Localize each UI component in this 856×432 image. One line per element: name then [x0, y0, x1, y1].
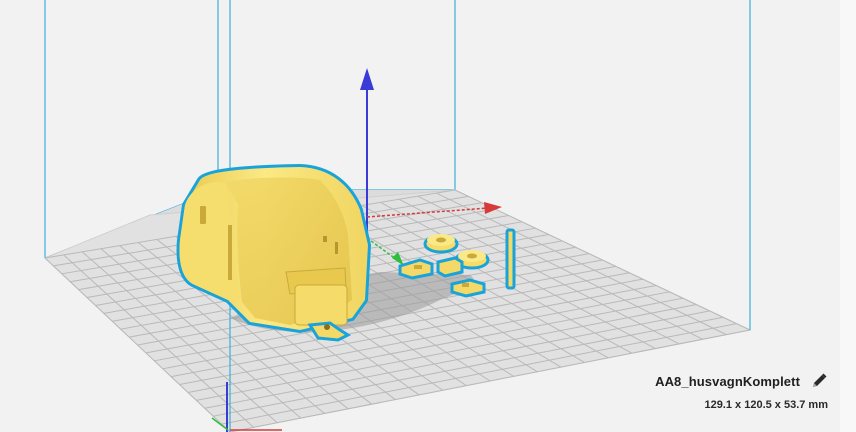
object-dimensions: 129.1 x 120.5 x 53.7 mm — [704, 399, 828, 411]
part-bracket-right[interactable] — [450, 278, 486, 298]
3d-viewport[interactable] — [0, 0, 856, 432]
right-panel-edge — [840, 0, 856, 432]
pencil-icon[interactable] — [810, 372, 828, 390]
part-rod[interactable] — [505, 228, 516, 290]
object-info-panel: AA8_husvagnKomplett 129.1 x 120.5 x 53.7… — [655, 372, 828, 411]
z-axis-arrow — [360, 68, 374, 90]
object-name: AA8_husvagnKomplett — [655, 373, 800, 389]
part-bracket-middle[interactable] — [436, 256, 464, 278]
